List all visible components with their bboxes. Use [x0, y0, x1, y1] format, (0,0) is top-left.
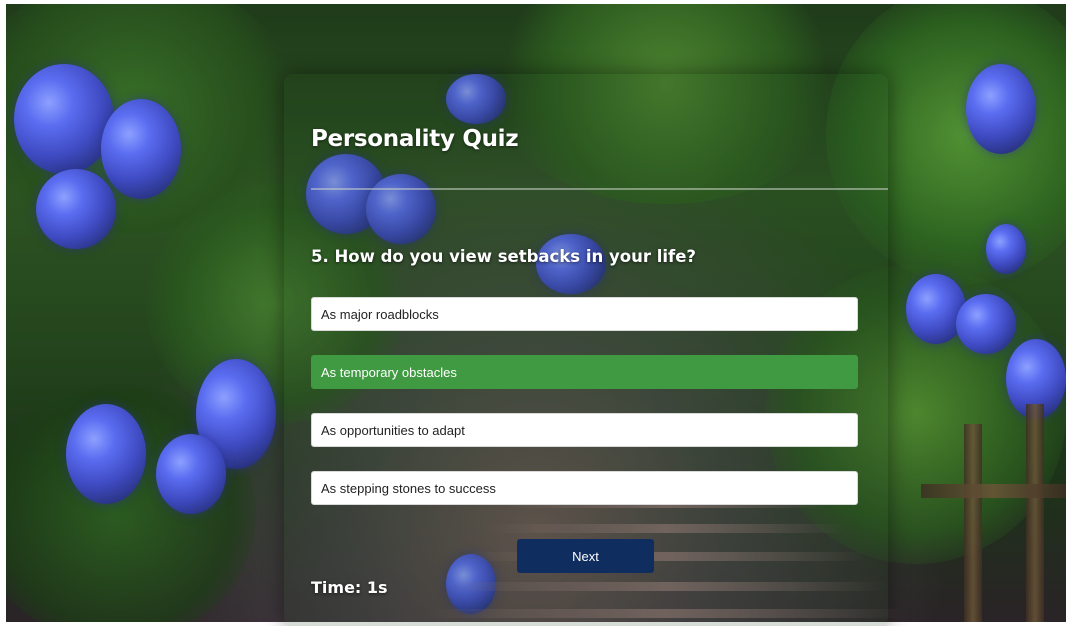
hydrangea-decoration [956, 294, 1016, 354]
title-divider [311, 188, 888, 190]
hydrangea-decoration [986, 224, 1026, 274]
question-text: 5. How do you view setbacks in your life… [311, 247, 696, 266]
answer-option[interactable]: As opportunities to adapt [311, 413, 858, 447]
timer-text: Time: 1s [311, 578, 388, 597]
hydrangea-decoration [156, 434, 226, 514]
answer-option[interactable]: As temporary obstacles [311, 355, 858, 389]
fence-decoration [1026, 404, 1044, 622]
hydrangea-decoration [966, 64, 1036, 154]
quiz-card: Personality Quiz 5. How do you view setb… [284, 74, 888, 626]
next-button[interactable]: Next [517, 539, 654, 573]
quiz-title: Personality Quiz [311, 126, 519, 152]
fence-decoration [921, 484, 1066, 498]
answer-option[interactable]: As stepping stones to success [311, 471, 858, 505]
answer-option[interactable]: As major roadblocks [311, 297, 858, 331]
hydrangea-decoration [14, 64, 114, 174]
fence-decoration [964, 424, 982, 622]
hydrangea-decoration [101, 99, 181, 199]
hydrangea-decoration [66, 404, 146, 504]
hydrangea-decoration [36, 169, 116, 249]
